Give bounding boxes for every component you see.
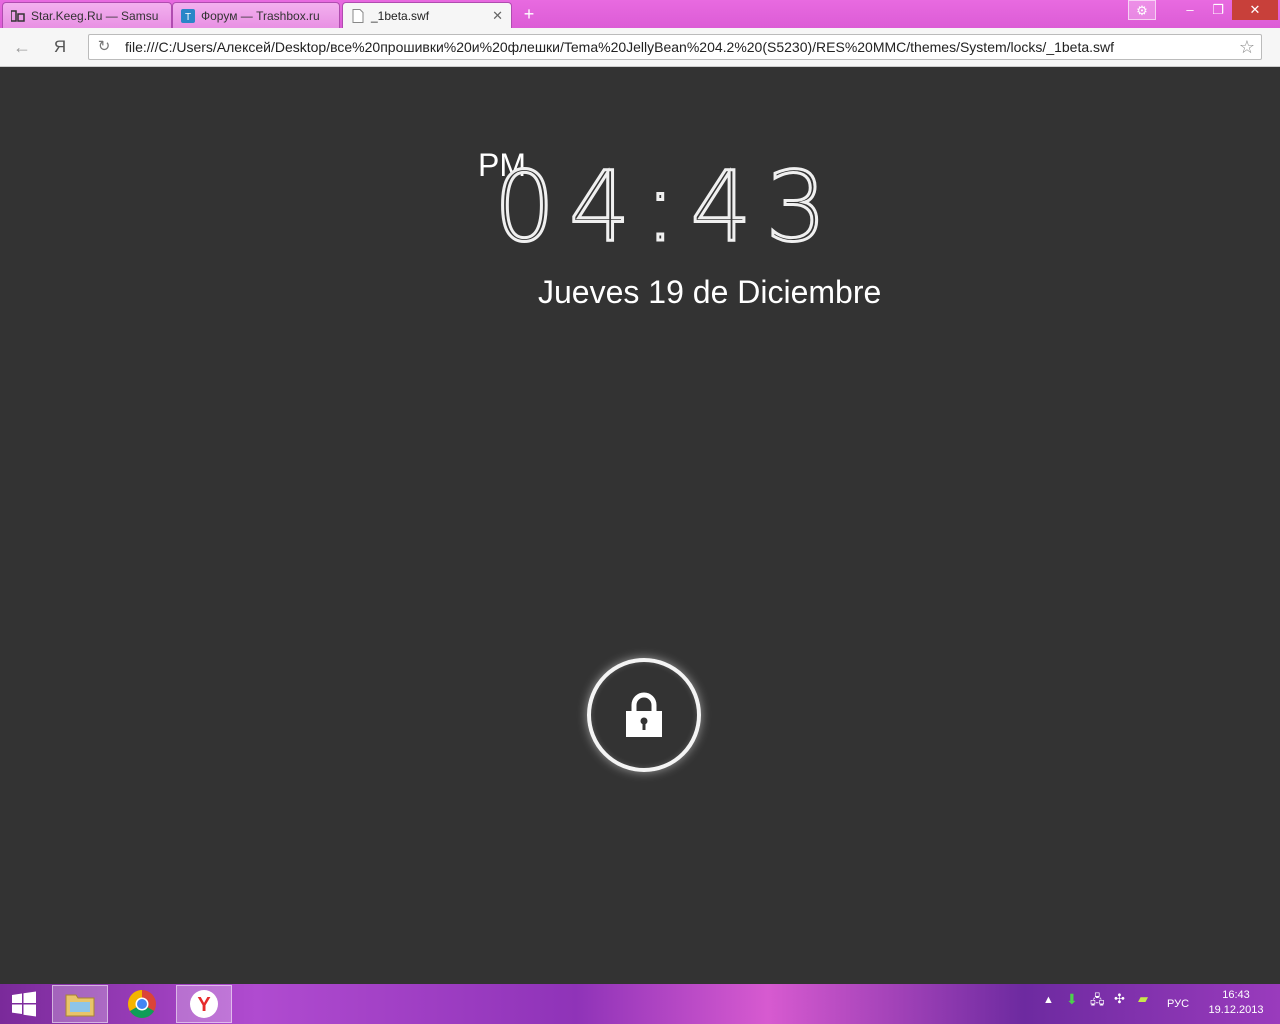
tab-label: Форум — Trashbox.ru bbox=[201, 8, 320, 23]
close-window-button[interactable]: ✕ bbox=[1232, 0, 1278, 20]
close-icon: ✕ bbox=[1249, 2, 1261, 17]
tab-trashbox[interactable]: T Форум — Trashbox.ru bbox=[172, 2, 340, 28]
restore-button[interactable]: ❐ bbox=[1204, 0, 1232, 20]
browser-titlebar: Star.Keeg.Ru — Samsu T Форум — Trashbox.… bbox=[0, 0, 1280, 29]
tab-label: _1beta.swf bbox=[371, 9, 430, 23]
taskbar-date: 19.12.2013 bbox=[1208, 1004, 1264, 1016]
browser-toolbar: ← Я ↻ file:///C:/Users/Алексей/Desktop/в… bbox=[0, 28, 1280, 67]
chrome-icon bbox=[128, 990, 156, 1018]
url-text[interactable]: file:///C:/Users/Алексей/Desktop/все%20п… bbox=[125, 39, 1114, 55]
yandex-button[interactable]: Я bbox=[48, 36, 72, 58]
chrome-taskbar-button[interactable] bbox=[114, 985, 170, 1023]
taskbar-time: 16:43 bbox=[1222, 989, 1250, 1001]
show-hidden-icons-icon[interactable]: ▲ bbox=[1043, 994, 1054, 1006]
taskbar: Y ▲ ⬇ 🖧 ✣ ▰ РУС 16:43 19.12.2013 bbox=[0, 984, 1280, 1024]
site-icon bbox=[11, 9, 25, 23]
trashbox-icon: T bbox=[181, 8, 195, 23]
gear-icon: ⚙ bbox=[1136, 3, 1148, 18]
svg-text:Y: Y bbox=[197, 994, 211, 1016]
bookmark-star-icon[interactable]: ☆ bbox=[1239, 37, 1255, 57]
page-icon bbox=[351, 9, 365, 23]
reload-icon[interactable]: ↻ bbox=[94, 37, 114, 57]
close-tab-icon[interactable]: ✕ bbox=[492, 8, 503, 24]
minimize-icon: – bbox=[1186, 2, 1194, 17]
explorer-taskbar-button[interactable] bbox=[52, 985, 108, 1023]
restore-icon: ❐ bbox=[1212, 2, 1224, 17]
new-tab-button[interactable]: + bbox=[518, 4, 540, 24]
download-icon[interactable]: ⬇ bbox=[1066, 991, 1078, 1008]
yandex-browser-icon: Y bbox=[190, 990, 218, 1018]
windows-logo-icon bbox=[12, 991, 36, 1017]
yandex-browser-taskbar-button[interactable]: Y bbox=[176, 985, 232, 1023]
back-button[interactable]: ← bbox=[10, 36, 34, 58]
language-indicator[interactable]: РУС bbox=[1167, 998, 1189, 1010]
taskbar-clock[interactable]: 16:43 19.12.2013 bbox=[1204, 988, 1268, 1018]
tab-star-keeg[interactable]: Star.Keeg.Ru — Samsu bbox=[2, 2, 172, 28]
settings-button[interactable]: ⚙ bbox=[1128, 0, 1156, 20]
utility-tray-icon[interactable]: ✣ bbox=[1114, 991, 1125, 1007]
tab-label: Star.Keeg.Ru — Samsu bbox=[31, 8, 159, 23]
address-bar[interactable]: ↻ file:///C:/Users/Алексей/Desktop/все%2… bbox=[88, 34, 1262, 60]
clock-time: 04:43 bbox=[493, 151, 841, 263]
start-button[interactable] bbox=[0, 985, 48, 1023]
folder-icon bbox=[65, 994, 95, 1017]
padlock-icon bbox=[626, 692, 662, 737]
page-content: PM 04:43 Jueves 19 de Diciembre bbox=[0, 67, 1280, 984]
unlock-button[interactable] bbox=[587, 658, 701, 772]
network-icon[interactable]: 🖧 bbox=[1090, 991, 1105, 1013]
svg-text:T: T bbox=[185, 12, 191, 23]
minimize-button[interactable]: – bbox=[1176, 0, 1204, 20]
date-label: Jueves 19 de Diciembre bbox=[538, 274, 882, 310]
battery-icon[interactable]: ▰ bbox=[1138, 991, 1148, 1007]
tab-1beta-swf[interactable]: _1beta.swf ✕ bbox=[342, 2, 512, 29]
